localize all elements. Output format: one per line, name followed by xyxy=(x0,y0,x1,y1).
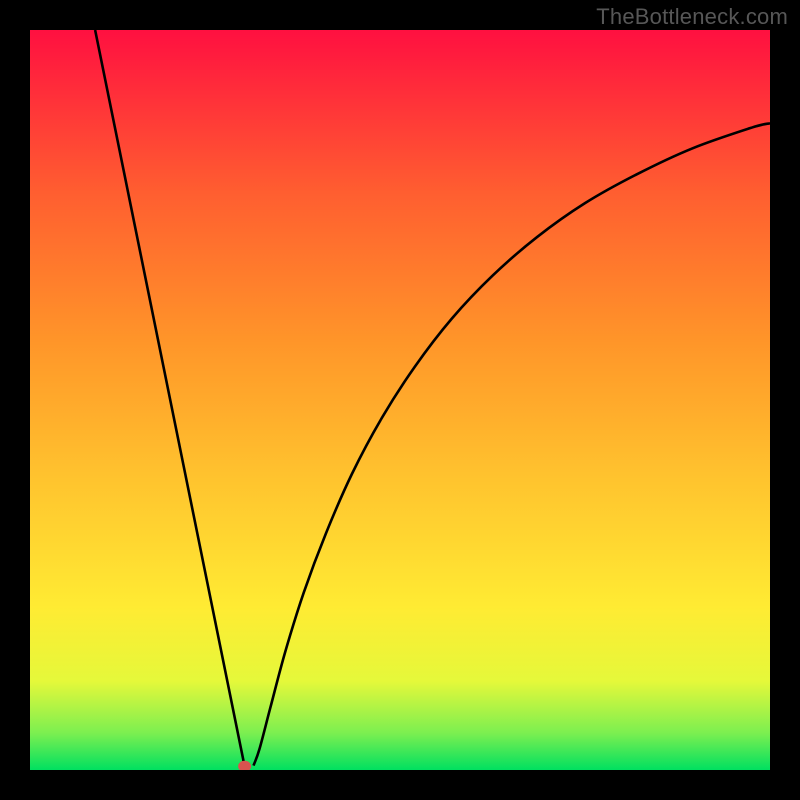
watermark-text: TheBottleneck.com xyxy=(596,4,788,30)
chart-svg xyxy=(30,30,770,770)
chart-frame: TheBottleneck.com xyxy=(0,0,800,800)
background-gradient xyxy=(30,30,770,770)
plot-area xyxy=(30,30,770,770)
